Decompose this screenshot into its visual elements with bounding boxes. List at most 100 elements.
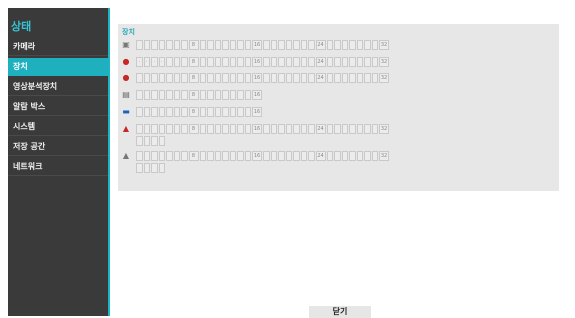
channel-cell[interactable] — [181, 151, 188, 161]
channel-cell[interactable] — [207, 40, 214, 50]
channel-cell[interactable] — [364, 151, 371, 161]
channel-cell[interactable] — [308, 40, 315, 50]
channel-cell[interactable] — [173, 151, 180, 161]
channel-cell[interactable] — [214, 90, 221, 100]
channel-cell[interactable] — [308, 124, 315, 134]
channel-cell[interactable] — [237, 73, 244, 83]
channel-cell[interactable] — [356, 57, 363, 67]
channel-cell[interactable] — [341, 40, 348, 50]
channel-cell[interactable] — [244, 90, 251, 100]
channel-cell[interactable] — [300, 124, 307, 134]
channel-cell[interactable] — [181, 90, 188, 100]
channel-cell[interactable]: 16 — [252, 57, 262, 67]
channel-cell[interactable] — [158, 107, 165, 117]
channel-cell[interactable] — [151, 124, 158, 134]
channel-cell[interactable] — [143, 163, 150, 173]
channel-cell[interactable]: 16 — [252, 151, 262, 161]
channel-cell[interactable]: 8 — [188, 124, 199, 134]
channel-cell[interactable] — [237, 57, 244, 67]
channel-cell[interactable] — [199, 40, 206, 50]
channel-cell[interactable]: 32 — [379, 151, 389, 161]
channel-cell[interactable] — [136, 124, 143, 134]
channel-cell[interactable]: 8 — [188, 107, 199, 117]
channel-cell[interactable] — [136, 151, 143, 161]
channel-cell[interactable] — [237, 151, 244, 161]
channel-cell[interactable] — [326, 124, 333, 134]
channel-cell[interactable] — [244, 124, 251, 134]
channel-cell[interactable] — [158, 90, 165, 100]
channel-cell[interactable] — [364, 73, 371, 83]
channel-cell[interactable] — [199, 107, 206, 117]
channel-cell[interactable] — [293, 124, 300, 134]
channel-cell[interactable] — [136, 90, 143, 100]
channel-cell[interactable] — [181, 124, 188, 134]
channel-cell[interactable] — [300, 151, 307, 161]
channel-cell[interactable] — [293, 151, 300, 161]
channel-cell[interactable] — [222, 107, 229, 117]
channel-cell[interactable] — [326, 151, 333, 161]
channel-cell[interactable] — [270, 57, 277, 67]
channel-cell[interactable] — [371, 40, 378, 50]
channel-cell[interactable] — [229, 124, 236, 134]
channel-cell[interactable] — [229, 40, 236, 50]
channel-cell[interactable] — [364, 40, 371, 50]
channel-cell[interactable] — [263, 124, 270, 134]
channel-cell[interactable] — [341, 73, 348, 83]
channel-cell[interactable] — [166, 124, 173, 134]
channel-cell[interactable]: 24 — [315, 73, 326, 83]
channel-cell[interactable] — [244, 107, 251, 117]
channel-cell[interactable] — [229, 57, 236, 67]
channel-cell[interactable] — [181, 73, 188, 83]
channel-cell[interactable] — [244, 73, 251, 83]
channel-cell[interactable] — [308, 57, 315, 67]
channel-cell[interactable] — [285, 40, 292, 50]
channel-cell[interactable] — [278, 57, 285, 67]
channel-cell[interactable] — [285, 57, 292, 67]
channel-cell[interactable] — [173, 90, 180, 100]
channel-cell[interactable] — [222, 90, 229, 100]
channel-cell[interactable] — [356, 151, 363, 161]
channel-cell[interactable] — [229, 107, 236, 117]
channel-cell[interactable] — [371, 124, 378, 134]
channel-cell[interactable] — [158, 151, 165, 161]
channel-cell[interactable] — [326, 40, 333, 50]
channel-cell[interactable] — [151, 151, 158, 161]
channel-cell[interactable] — [349, 57, 356, 67]
channel-cell[interactable] — [270, 73, 277, 83]
sidebar-item[interactable]: 알람 박스 — [8, 98, 108, 116]
channel-cell[interactable] — [136, 163, 143, 173]
channel-cell[interactable] — [166, 40, 173, 50]
channel-cell[interactable] — [173, 107, 180, 117]
channel-cell[interactable] — [214, 73, 221, 83]
channel-cell[interactable] — [214, 40, 221, 50]
channel-cell[interactable] — [263, 57, 270, 67]
channel-cell[interactable] — [158, 163, 165, 173]
channel-cell[interactable] — [181, 107, 188, 117]
channel-cell[interactable]: 8 — [188, 40, 199, 50]
channel-cell[interactable] — [341, 151, 348, 161]
channel-cell[interactable] — [356, 124, 363, 134]
channel-cell[interactable] — [143, 151, 150, 161]
channel-cell[interactable] — [270, 40, 277, 50]
channel-cell[interactable] — [207, 124, 214, 134]
channel-cell[interactable] — [158, 124, 165, 134]
channel-cell[interactable]: 24 — [315, 151, 326, 161]
channel-cell[interactable]: 16 — [252, 73, 262, 83]
channel-cell[interactable] — [143, 40, 150, 50]
channel-cell[interactable] — [364, 124, 371, 134]
channel-cell[interactable] — [158, 73, 165, 83]
channel-cell[interactable] — [173, 124, 180, 134]
sidebar-item[interactable]: 시스템 — [8, 118, 108, 136]
channel-cell[interactable] — [334, 73, 341, 83]
channel-cell[interactable] — [166, 90, 173, 100]
channel-cell[interactable]: 8 — [188, 151, 199, 161]
channel-cell[interactable] — [136, 136, 143, 146]
channel-cell[interactable] — [222, 57, 229, 67]
channel-cell[interactable] — [199, 90, 206, 100]
channel-cell[interactable]: 16 — [252, 124, 262, 134]
channel-cell[interactable] — [166, 107, 173, 117]
channel-cell[interactable] — [173, 73, 180, 83]
channel-cell[interactable] — [237, 124, 244, 134]
channel-cell[interactable] — [166, 57, 173, 67]
channel-cell[interactable] — [136, 40, 143, 50]
